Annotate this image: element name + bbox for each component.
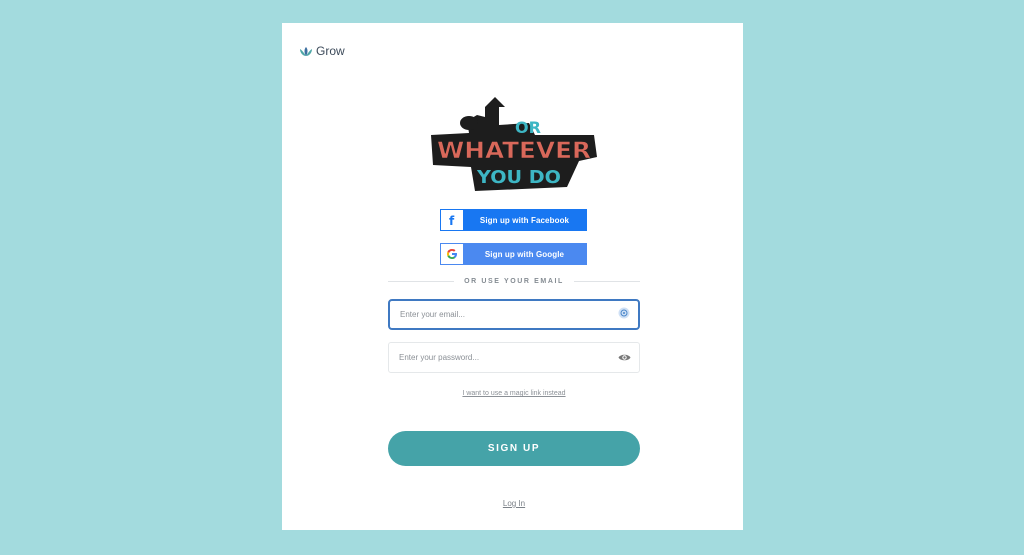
logo-you-do-text: YOU DO <box>476 167 561 188</box>
facebook-signup-button[interactable]: f Sign up with Facebook <box>440 209 587 231</box>
svg-text:f: f <box>449 214 455 226</box>
autofill-icon[interactable] <box>618 306 630 324</box>
email-field-wrapper <box>388 299 640 330</box>
brand-name: Grow <box>316 44 345 58</box>
logo-whatever-text: WHATEVER <box>437 139 591 164</box>
email-input[interactable] <box>400 310 618 319</box>
brand[interactable]: Grow <box>299 44 345 58</box>
facebook-icon: f <box>441 210 463 230</box>
signup-button[interactable]: SIGN UP <box>388 431 640 466</box>
divider-line-right <box>573 280 640 282</box>
google-signup-button[interactable]: Sign up with Google <box>440 243 587 265</box>
password-field-wrapper <box>388 342 640 373</box>
or-whatever-you-do-logo: OR WHATEVER YOU DO <box>429 95 599 195</box>
email-divider: OR USE YOUR EMAIL <box>388 276 640 286</box>
google-icon <box>441 244 463 264</box>
divider-line-left <box>388 280 455 282</box>
login-link[interactable]: Log In <box>388 499 640 508</box>
divider-text: OR USE YOUR EMAIL <box>464 277 564 285</box>
eye-icon[interactable] <box>618 349 631 367</box>
logo-or-text: OR <box>515 118 541 137</box>
password-input[interactable] <box>399 353 618 362</box>
magic-link[interactable]: I want to use a magic link instead <box>388 390 640 397</box>
google-signup-label: Sign up with Google <box>484 249 565 259</box>
signup-card: Grow OR WHATEVER YOU DO f Sign up with F… <box>282 23 743 530</box>
facebook-signup-label: Sign up with Facebook <box>479 215 570 225</box>
lotus-icon <box>299 46 313 57</box>
